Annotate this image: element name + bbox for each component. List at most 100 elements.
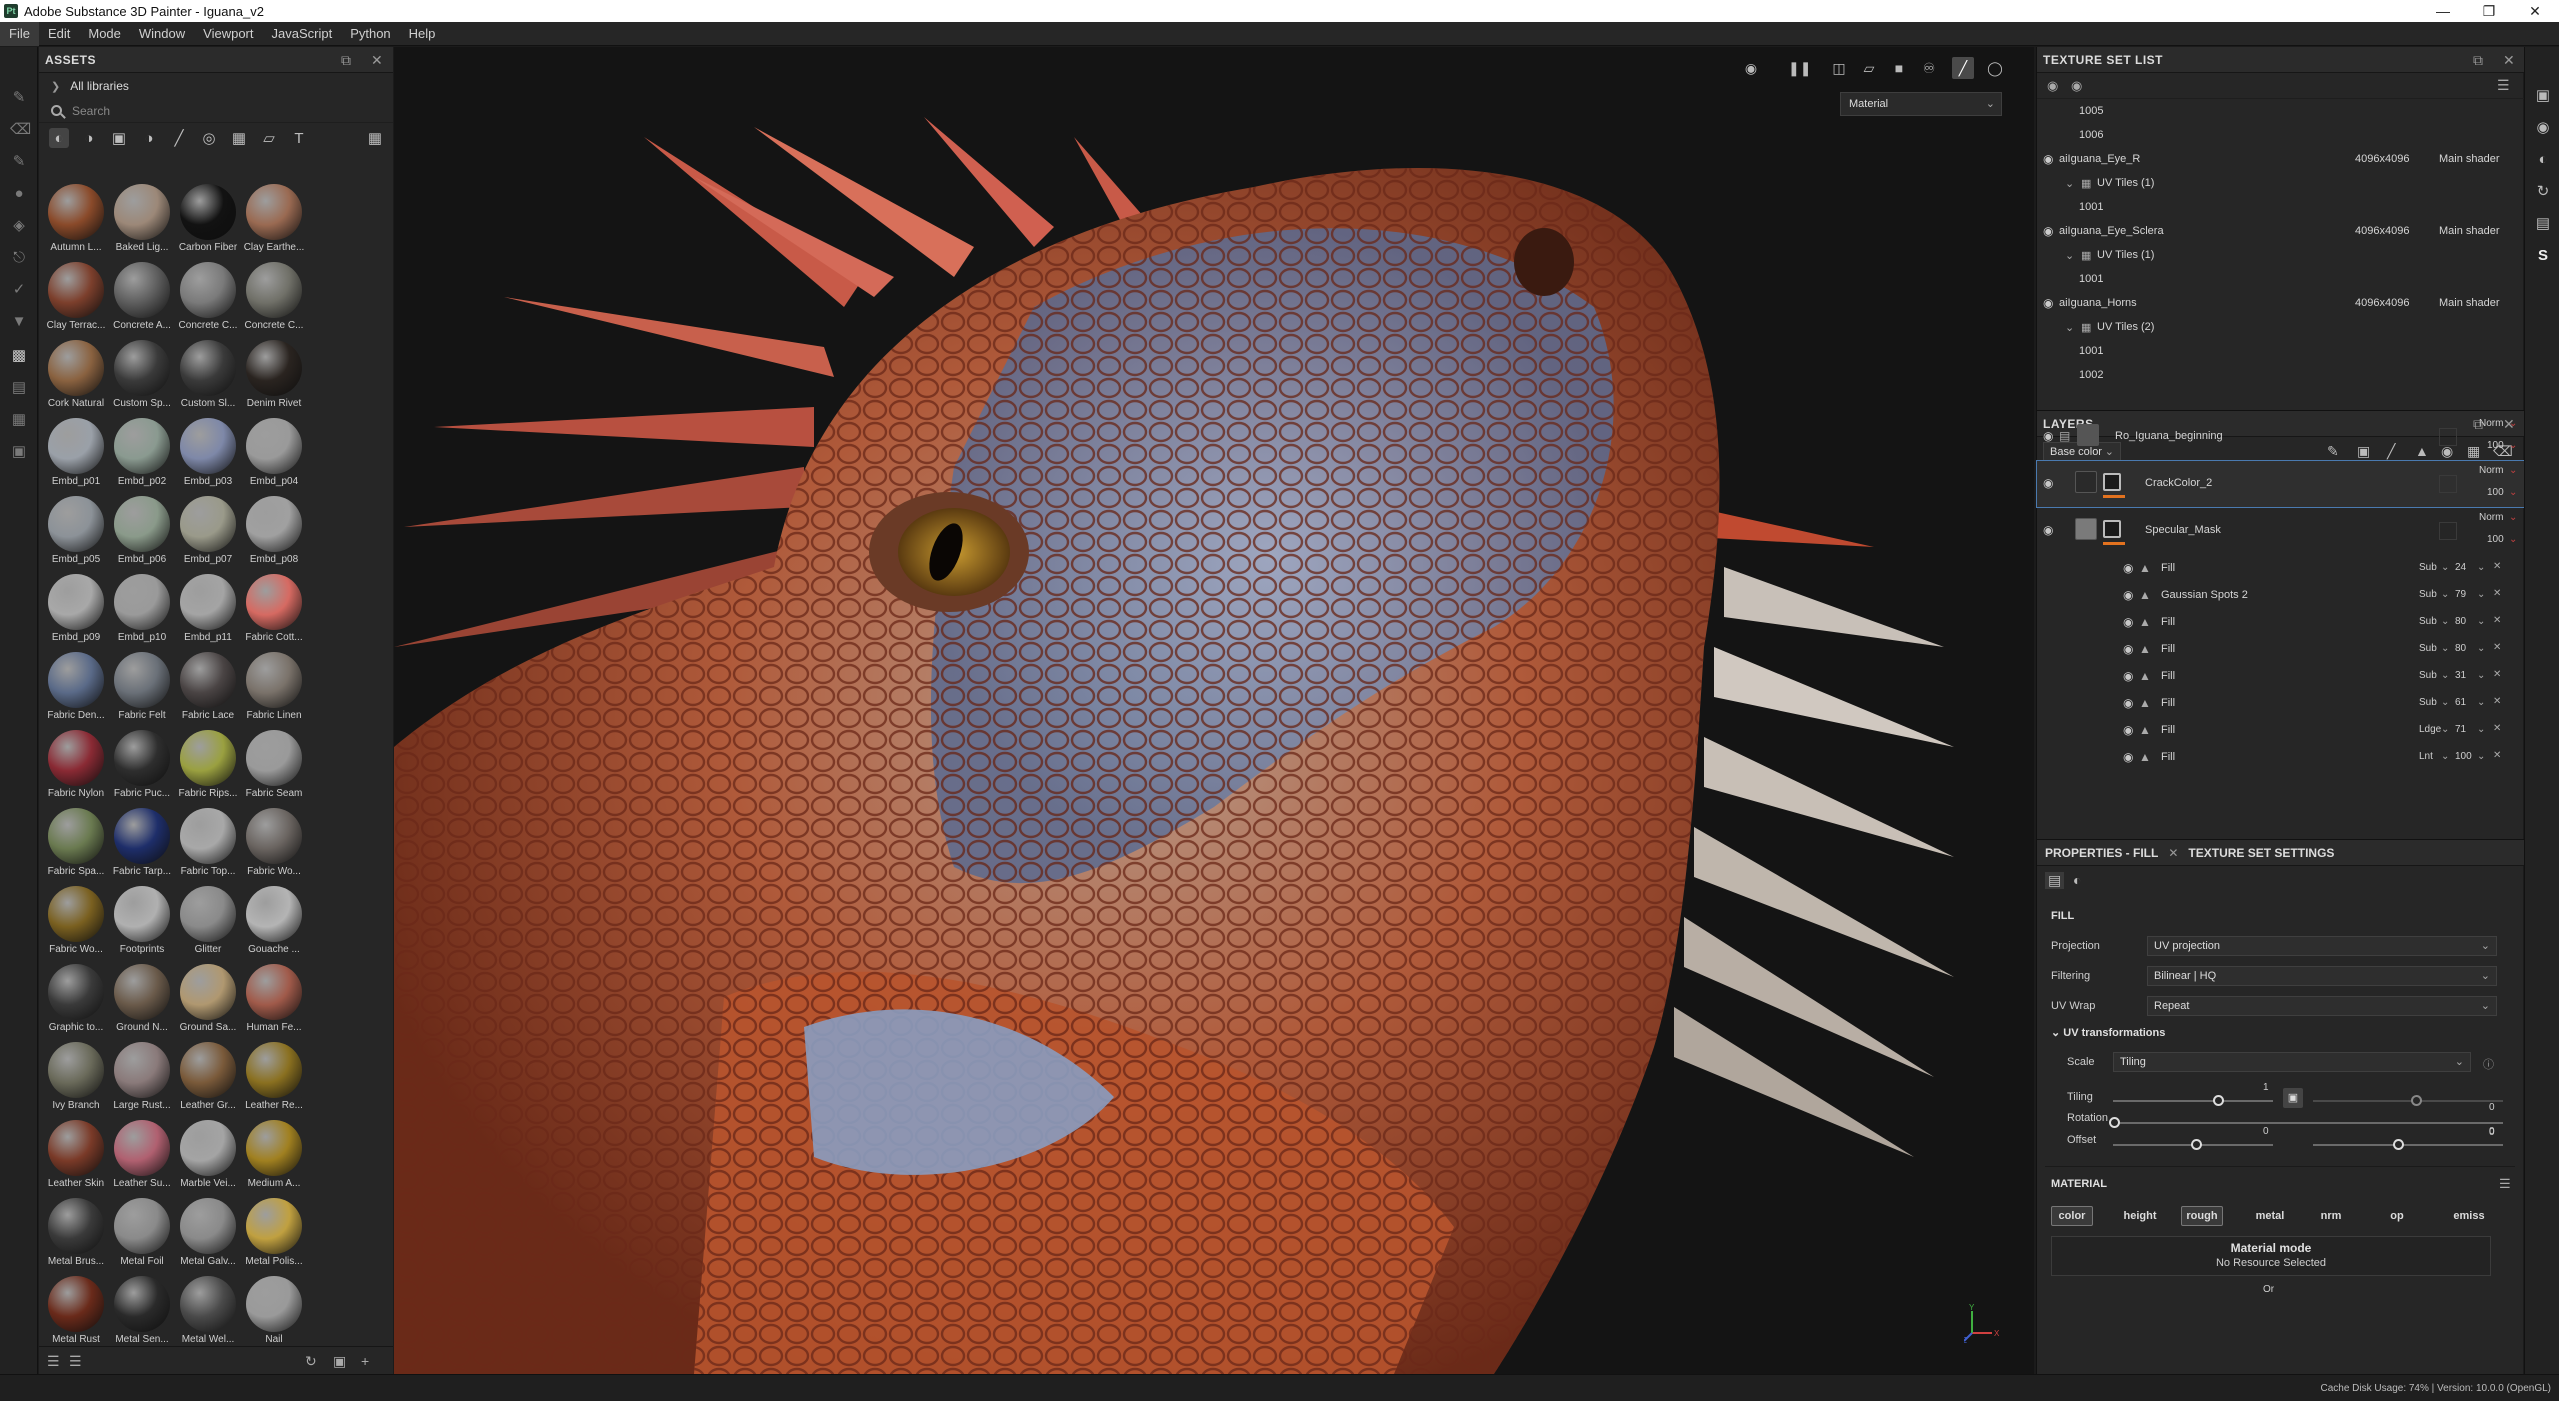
info-icon[interactable]: ⓘ	[2483, 1056, 2494, 1072]
visibility-icon[interactable]: ◉	[2071, 78, 2082, 94]
chevron-down-icon[interactable]: ⌄	[2441, 697, 2449, 708]
effect-blend-mode[interactable]: Sub	[2419, 562, 2437, 573]
remove-effect-icon[interactable]: ✕	[2493, 723, 2501, 734]
asset-tile[interactable]: Footprints	[109, 884, 175, 960]
effect-blend-mode[interactable]: Sub	[2419, 670, 2437, 681]
asset-tile[interactable]: Ground N...	[109, 962, 175, 1038]
asset-tile[interactable]: Fabric Felt	[109, 650, 175, 726]
asset-tile[interactable]: Autumn L...	[43, 182, 109, 258]
asset-tile[interactable]: Fabric Lace	[175, 650, 241, 726]
remove-effect-icon[interactable]: ✕	[2493, 561, 2501, 572]
effect-row[interactable]: ◉ ▲ Fill Ldge ⌄ 71 ⌄ ✕	[2037, 717, 2524, 743]
chevron-down-icon[interactable]: ⌄	[2477, 562, 2485, 573]
asset-tile[interactable]: Human Fe...	[241, 962, 307, 1038]
filter-environments-icon[interactable]: ▱	[259, 128, 279, 148]
menu-window[interactable]: Window	[130, 22, 194, 46]
channel-height-toggle[interactable]: height	[2115, 1206, 2165, 1226]
chevron-down-icon[interactable]: ⌄	[2441, 670, 2449, 681]
effect-blend-mode[interactable]: Lnt	[2419, 751, 2433, 762]
shelf-icon[interactable]: ▤	[10, 379, 28, 397]
camera-video-icon[interactable]: ■	[1888, 57, 1910, 79]
uv-tile-row[interactable]: 1005	[2037, 99, 2524, 123]
chevron-down-icon[interactable]: ⌄	[2477, 643, 2485, 654]
blend-mode[interactable]: Norm	[2479, 418, 2503, 429]
close-panel-icon[interactable]: ✕	[371, 52, 383, 69]
filter-textures-icon[interactable]: ▣	[109, 128, 129, 148]
opacity-dropdown-icon[interactable]: ⌄	[2509, 440, 2517, 451]
chevron-down-icon[interactable]: ⌄	[2441, 589, 2449, 600]
paint-brush-icon[interactable]: ✎	[10, 89, 28, 107]
filter-brushes-icon[interactable]: ╱	[169, 128, 189, 148]
rotation-slider-knob[interactable]	[2109, 1117, 2120, 1128]
list-menu-icon[interactable]: ☰	[2497, 77, 2510, 94]
chevron-down-icon[interactable]: ⌄	[2477, 697, 2485, 708]
effect-opacity[interactable]: 61	[2455, 697, 2466, 708]
uv-tiles-row[interactable]: ⌄ ▦ UV Tiles (1)	[2037, 243, 2524, 267]
chevron-down-icon[interactable]: ⌄	[2477, 751, 2485, 762]
asset-tile[interactable]: Metal Sen...	[109, 1274, 175, 1347]
channel-emiss-toggle[interactable]: emiss	[2447, 1206, 2491, 1226]
screenshot-icon[interactable]: ◯	[1984, 57, 2006, 79]
menu-python[interactable]: Python	[341, 22, 399, 46]
bake-icon[interactable]: ▦	[10, 411, 28, 429]
close-panel-icon[interactable]: ✕	[2503, 52, 2515, 69]
material-menu-icon[interactable]: ☰	[2499, 1176, 2511, 1192]
export-icon[interactable]: ▣	[10, 443, 28, 461]
effect-row[interactable]: ◉ ▲ Fill Sub ⌄ 61 ⌄ ✕	[2037, 690, 2524, 716]
filter-smart-materials-icon[interactable]: ◑	[79, 128, 99, 148]
asset-tile[interactable]: Concrete C...	[175, 260, 241, 336]
picker-icon[interactable]: ✓	[10, 281, 28, 299]
blend-mode[interactable]: Norm	[2479, 465, 2503, 476]
geometry-fill-icon[interactable]: ●	[10, 185, 28, 203]
uv-tiles-row[interactable]: ⌄ ▦ UV Tiles (1)	[2037, 171, 2524, 195]
offset-slider-2-knob[interactable]	[2393, 1139, 2404, 1150]
uv-tile-row[interactable]: 1001	[2037, 339, 2524, 363]
chevron-down-icon[interactable]: ⌄	[2441, 643, 2449, 654]
filtering-select[interactable]: Bilinear | HQ ⌄	[2147, 966, 2497, 986]
visibility-icon[interactable]: ◉	[2043, 523, 2053, 537]
remove-effect-icon[interactable]: ✕	[2493, 696, 2501, 707]
blend-dropdown-icon[interactable]: ⌄	[2509, 418, 2517, 429]
effect-row[interactable]: ◉ ▲ Fill Sub ⌄ 80 ⌄ ✕	[2037, 609, 2524, 635]
asset-tile[interactable]: Clay Earthe...	[241, 182, 307, 258]
effect-opacity[interactable]: 80	[2455, 616, 2466, 627]
filter-materials-icon[interactable]: ◐	[49, 128, 69, 148]
remove-effect-icon[interactable]: ✕	[2493, 615, 2501, 626]
effect-opacity[interactable]: 79	[2455, 589, 2466, 600]
projection-icon[interactable]: ✎	[10, 153, 28, 171]
asset-tile[interactable]: Carbon Fiber	[175, 182, 241, 258]
opacity-dropdown-icon[interactable]: ⌄	[2509, 534, 2517, 545]
asset-tile[interactable]: Custom Sl...	[175, 338, 241, 414]
uv-tile-row[interactable]: 1001	[2037, 267, 2524, 291]
effect-opacity[interactable]: 24	[2455, 562, 2466, 573]
blend-dropdown-icon[interactable]: ⌄	[2509, 465, 2517, 476]
split-view-icon[interactable]: ◫	[1828, 57, 1850, 79]
assets-panel-icon[interactable]: ▩	[10, 347, 28, 365]
close-tab-icon[interactable]: ✕	[2166, 846, 2180, 860]
chevron-down-icon[interactable]: ⌄	[2477, 616, 2485, 627]
hide-icon[interactable]: ◉	[1740, 57, 1762, 79]
asset-tile[interactable]: Marble Vei...	[175, 1118, 241, 1194]
asset-tile[interactable]: Fabric Cott...	[241, 572, 307, 648]
asset-tile[interactable]: Fabric Seam	[241, 728, 307, 804]
channel-op-toggle[interactable]: op	[2383, 1206, 2411, 1226]
tiling-slider[interactable]	[2113, 1100, 2273, 1102]
chevron-down-icon[interactable]: ⌄	[2065, 177, 2074, 190]
projection-select[interactable]: UV projection ⌄	[2147, 936, 2497, 956]
visibility-icon[interactable]: ◉	[2123, 588, 2133, 602]
uv-tile-row[interactable]: 1002	[2037, 363, 2524, 387]
effect-blend-mode[interactable]: Sub	[2419, 616, 2437, 627]
uv-tiles-row[interactable]: ⌄ ▦ UV Tiles (2)	[2037, 315, 2524, 339]
asset-tile[interactable]: Metal Galv...	[175, 1196, 241, 1272]
scale-select[interactable]: Tiling ⌄	[2113, 1052, 2471, 1072]
asset-tile[interactable]: Leather Gr...	[175, 1040, 241, 1116]
tab-texture-set-settings[interactable]: TEXTURE SET SETTINGS	[2180, 846, 2342, 860]
shader-icon[interactable]: ◉	[2534, 119, 2552, 137]
asset-tile[interactable]: Embd_p01	[43, 416, 109, 492]
asset-tile[interactable]: Metal Wel...	[175, 1274, 241, 1347]
layer-opacity[interactable]: 100	[2487, 440, 2504, 451]
effect-opacity[interactable]: 80	[2455, 643, 2466, 654]
effect-opacity[interactable]: 100	[2455, 751, 2472, 762]
asset-tile[interactable]: Embd_p07	[175, 494, 241, 570]
texture-set-icon[interactable]: ▣	[2534, 87, 2552, 105]
